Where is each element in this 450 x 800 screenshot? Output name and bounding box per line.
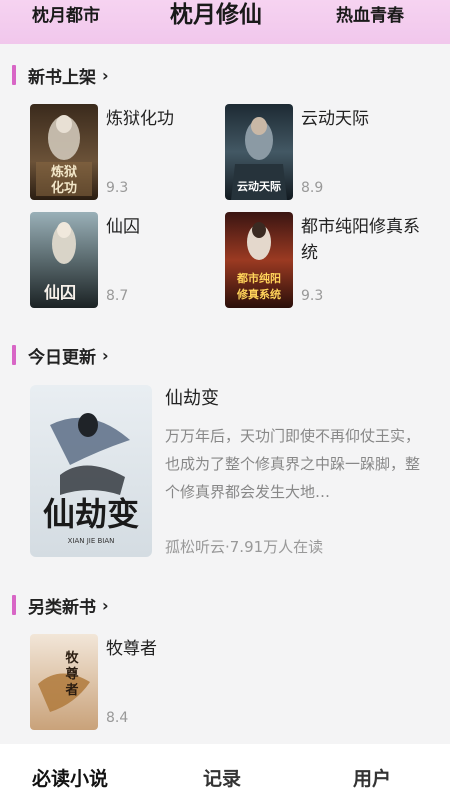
tab-youth[interactable]: 热血青春	[336, 0, 404, 44]
svg-text:炼狱: 炼狱	[51, 164, 77, 180]
cover-image: 仙囚	[30, 212, 98, 308]
svg-text:XIAN JIE BIAN: XIAN JIE BIAN	[68, 537, 115, 545]
chevron-right-icon: ›	[102, 345, 109, 365]
top-tab-bar: 枕月都市 枕月修仙 热血青春	[0, 0, 450, 44]
nav-user[interactable]: 用户	[353, 764, 391, 791]
book-score: 8.7	[106, 288, 129, 304]
svg-text:修真系统: 修真系统	[236, 287, 281, 301]
tab-cultivation[interactable]: 枕月修仙	[170, 0, 262, 44]
section-title: 新书上架	[28, 67, 96, 88]
svg-text:仙劫变: 仙劫变	[43, 495, 139, 533]
featured-meta: 孤松听云·7.91万人在读	[165, 538, 324, 556]
book-title: 都市纯阳修真系统	[301, 217, 420, 263]
svg-text:牧: 牧	[65, 650, 79, 666]
chevron-right-icon: ›	[102, 595, 109, 615]
book-title: 牧尊者	[106, 639, 157, 659]
nav-must-read[interactable]: 必读小说	[32, 764, 109, 792]
book-card[interactable]: 牧 尊 者 牧尊者 8.4	[30, 634, 230, 734]
book-cover: 仙囚	[30, 212, 98, 308]
section-new-books[interactable]: 新书上架 ›	[12, 63, 109, 88]
cover-image: 都市纯阳 修真系统	[225, 212, 293, 308]
book-score: 8.4	[106, 710, 129, 726]
book-title: 云动天际	[301, 109, 369, 129]
book-cover: 云动天际	[225, 104, 293, 200]
tab-city[interactable]: 枕月都市	[32, 0, 100, 44]
book-card[interactable]: 仙囚 仙囚 8.7	[30, 212, 230, 312]
cover-image: 云动天际	[225, 104, 293, 200]
section-marker	[12, 345, 16, 365]
section-marker	[12, 595, 16, 615]
nav-history[interactable]: 记录	[203, 764, 241, 791]
svg-text:都市纯阳: 都市纯阳	[236, 271, 281, 285]
svg-text:尊: 尊	[65, 666, 78, 682]
featured-cover: 仙劫变 XIAN JIE BIAN	[30, 385, 152, 557]
book-title: 仙囚	[106, 217, 140, 237]
section-alt-new[interactable]: 另类新书 ›	[12, 593, 109, 618]
svg-text:云动天际: 云动天际	[237, 179, 281, 193]
cover-image: 牧 尊 者	[30, 634, 98, 730]
book-score: 8.9	[301, 180, 324, 196]
chevron-right-icon: ›	[102, 65, 109, 85]
svg-text:仙囚: 仙囚	[44, 283, 76, 302]
book-cover: 都市纯阳 修真系统	[225, 212, 293, 308]
cover-image: 炼狱 化功	[30, 104, 98, 200]
book-card[interactable]: 云动天际 云动天际 8.9	[225, 104, 425, 204]
book-score: 9.3	[301, 288, 324, 304]
featured-title: 仙劫变	[165, 388, 219, 409]
book-card[interactable]: 都市纯阳 修真系统 都市纯阳修真系统 9.3	[225, 212, 425, 312]
cover-image: 仙劫变 XIAN JIE BIAN	[30, 385, 152, 557]
section-marker	[12, 65, 16, 85]
book-cover: 炼狱 化功	[30, 104, 98, 200]
nav-must-read-label: 必读小说	[32, 768, 109, 790]
section-title: 今日更新	[28, 347, 96, 368]
svg-text:化功: 化功	[51, 180, 77, 196]
book-title: 炼狱化功	[106, 109, 174, 129]
svg-text:者: 者	[64, 682, 78, 698]
book-cover: 牧 尊 者	[30, 634, 98, 730]
section-today-updates[interactable]: 今日更新 ›	[12, 343, 109, 368]
tab-cultivation-label: 枕月修仙	[170, 2, 262, 28]
book-card[interactable]: 炼狱 化功 炼狱化功 9.3	[30, 104, 230, 204]
featured-description: 万万年后，天功门即使不再仰仗王实，也成为了整个修真界之中跺一跺脚，整个修真界都会…	[165, 427, 421, 501]
book-score: 9.3	[106, 180, 129, 196]
section-title: 另类新书	[28, 597, 96, 618]
bottom-nav: 必读小说 记录 用户	[0, 744, 450, 800]
